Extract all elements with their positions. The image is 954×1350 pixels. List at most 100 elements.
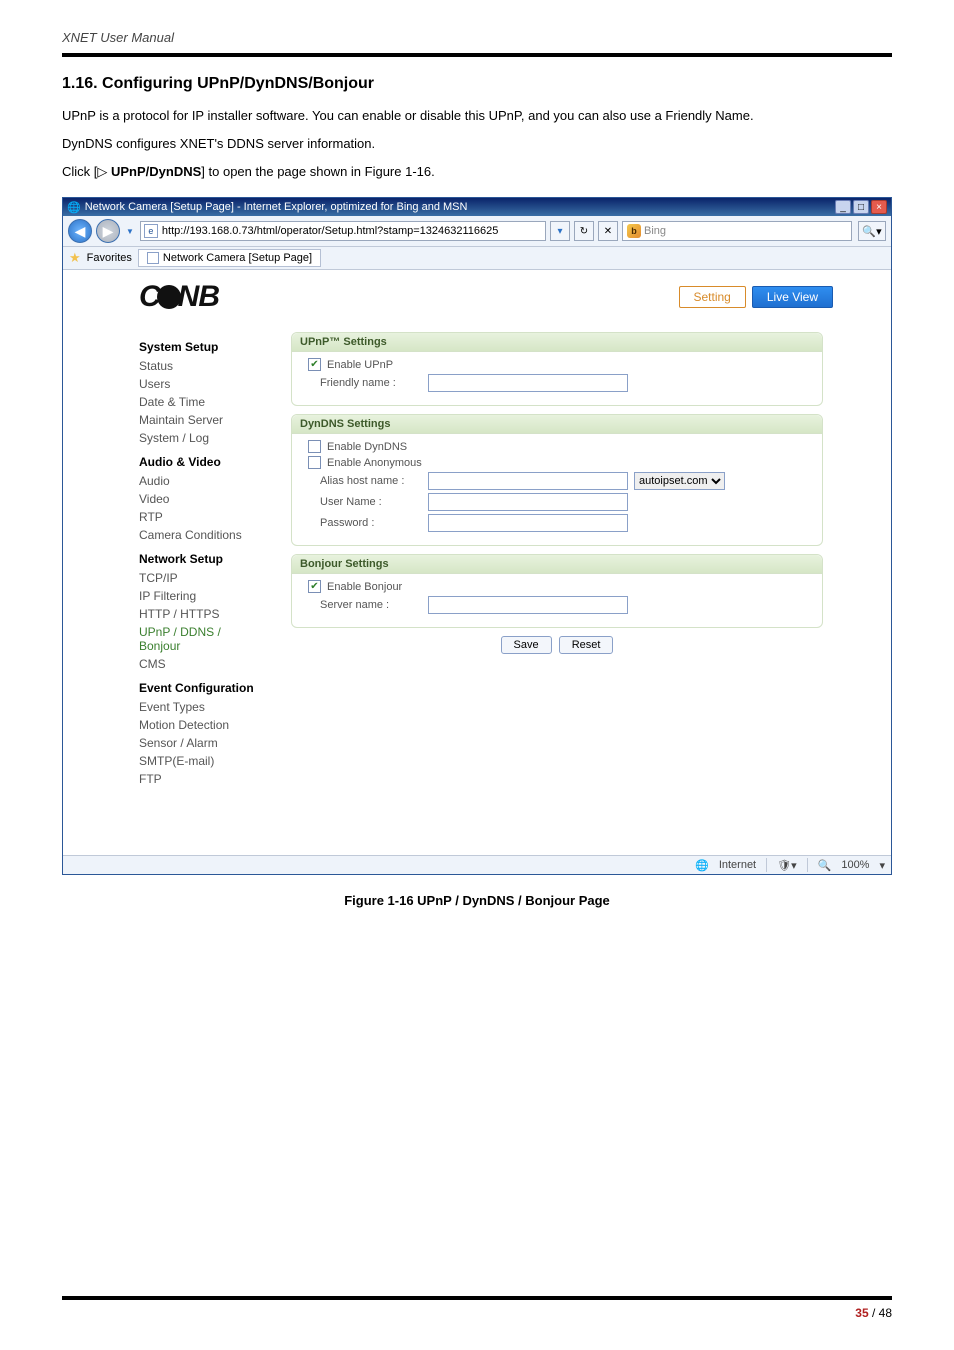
cnb-logo: CNB <box>139 280 219 314</box>
figure-caption: Figure 1-16 UPnP / DynDNS / Bonjour Page <box>62 893 892 908</box>
ie-favicon-icon: 🌐 <box>67 201 81 214</box>
sidebar-item-users[interactable]: Users <box>139 375 261 393</box>
section-heading: 1.16. Configuring UPnP/DynDNS/Bonjour <box>62 75 892 93</box>
sidebar-item-status[interactable]: Status <box>139 357 261 375</box>
browser-tab[interactable]: Network Camera [Setup Page] <box>138 249 321 267</box>
refresh-button[interactable]: ↻ <box>574 221 594 241</box>
friendly-name-input[interactable] <box>428 374 628 392</box>
username-label: User Name : <box>302 496 422 508</box>
sidebar-group-system: System Setup <box>139 340 261 354</box>
intro-para-2: DynDNS configures XNET's DDNS server inf… <box>62 131 892 157</box>
sidebar-group-av: Audio & Video <box>139 455 261 469</box>
enable-anonymous-checkbox[interactable] <box>308 456 321 469</box>
url-dropdown-button[interactable]: ▾ <box>550 221 570 241</box>
ie-favorites-bar: ★ Favorites Network Camera [Setup Page] <box>63 247 891 270</box>
upnp-title: UPnP™ Settings <box>292 333 822 352</box>
tab-label: Network Camera [Setup Page] <box>163 252 312 264</box>
sidebar-item-video[interactable]: Video <box>139 490 261 508</box>
page-content: CNB Setting Live View System Setup Statu… <box>63 270 891 855</box>
page-current: 35 <box>855 1306 868 1320</box>
bonjour-title: Bonjour Settings <box>292 555 822 574</box>
live-view-button[interactable]: Live View <box>752 286 833 308</box>
url-favicon-icon: e <box>144 224 158 238</box>
nav-forward-button[interactable]: ▶ <box>96 219 120 243</box>
bing-icon: b <box>627 224 641 238</box>
sidebar-item-eventtypes[interactable]: Event Types <box>139 698 261 716</box>
upnp-fieldset: UPnP™ Settings ✔ Enable UPnP Friendly na… <box>291 332 823 406</box>
ie-address-bar: ◀ ▶ ▼ e http://193.168.0.73/html/operato… <box>63 216 891 247</box>
enable-bonjour-checkbox[interactable]: ✔ <box>308 580 321 593</box>
url-field[interactable]: e http://193.168.0.73/html/operator/Setu… <box>140 221 546 241</box>
sidebar-item-smtp[interactable]: SMTP(E-mail) <box>139 752 261 770</box>
page-footer: 35 / 48 <box>62 1296 892 1320</box>
alias-host-label: Alias host name : <box>302 475 422 487</box>
url-text: http://193.168.0.73/html/operator/Setup.… <box>162 225 498 237</box>
enable-bonjour-label: Enable Bonjour <box>327 581 402 593</box>
nav-history-dropdown[interactable]: ▼ <box>126 227 134 236</box>
enable-dyndns-checkbox[interactable] <box>308 440 321 453</box>
favorites-star-icon[interactable]: ★ <box>69 250 81 266</box>
zone-label: Internet <box>719 859 756 871</box>
zoom-value: 100% <box>841 859 869 871</box>
search-button[interactable]: 🔍▾ <box>858 221 886 241</box>
dyndns-fieldset: DynDNS Settings Enable DynDNS Enable Ano… <box>291 414 823 546</box>
alias-domain-select[interactable]: autoipset.com <box>634 472 725 490</box>
page-sep: / <box>869 1306 879 1320</box>
sidebar-item-tcpip[interactable]: TCP/IP <box>139 569 261 587</box>
save-button[interactable]: Save <box>501 636 552 654</box>
enable-dyndns-label: Enable DynDNS <box>327 441 407 453</box>
search-box[interactable]: b Bing <box>622 221 852 241</box>
sidebar-item-rtp[interactable]: RTP <box>139 508 261 526</box>
protected-mode-icon: 🛡▾ <box>777 859 797 872</box>
window-maximize-button[interactable]: □ <box>853 200 869 214</box>
stop-button[interactable]: ✕ <box>598 221 618 241</box>
window-minimize-button[interactable]: _ <box>835 200 851 214</box>
sidebar: System Setup Status Users Date & Time Ma… <box>81 332 261 788</box>
sidebar-item-camera[interactable]: Camera Conditions <box>139 526 261 544</box>
enable-anonymous-label: Enable Anonymous <box>327 457 422 469</box>
sidebar-item-maintain[interactable]: Maintain Server <box>139 411 261 429</box>
setting-button[interactable]: Setting <box>679 286 746 308</box>
sidebar-item-systemlog[interactable]: System / Log <box>139 429 261 447</box>
reset-button[interactable]: Reset <box>559 636 614 654</box>
main-panel: UPnP™ Settings ✔ Enable UPnP Friendly na… <box>291 332 873 788</box>
sidebar-item-ftp[interactable]: FTP <box>139 770 261 788</box>
sidebar-item-audio[interactable]: Audio <box>139 472 261 490</box>
sidebar-group-network: Network Setup <box>139 552 261 566</box>
sidebar-item-cms[interactable]: CMS <box>139 655 261 673</box>
ie-titlebar: 🌐 Network Camera [Setup Page] - Internet… <box>63 198 891 216</box>
password-input[interactable] <box>428 514 628 532</box>
sidebar-group-event: Event Configuration <box>139 681 261 695</box>
username-input[interactable] <box>428 493 628 511</box>
sidebar-item-http[interactable]: HTTP / HTTPS <box>139 605 261 623</box>
intro-para-3: Click [▷ UPnP/DynDNS] to open the page s… <box>62 159 892 185</box>
friendly-name-label: Friendly name : <box>302 377 422 389</box>
password-label: Password : <box>302 517 422 529</box>
tab-favicon-icon <box>147 252 159 264</box>
sidebar-item-upnp[interactable]: UPnP / DDNS / Bonjour <box>139 623 261 655</box>
zone-icon: 🌐 <box>695 859 709 872</box>
bonjour-fieldset: Bonjour Settings ✔ Enable Bonjour Server… <box>291 554 823 628</box>
enable-upnp-checkbox[interactable]: ✔ <box>308 358 321 371</box>
ie-status-bar: 🌐 Internet 🛡▾ 🔍 100% ▾ <box>63 855 891 874</box>
window-close-button[interactable]: × <box>871 200 887 214</box>
sidebar-item-sensor[interactable]: Sensor / Alarm <box>139 734 261 752</box>
page-total: 48 <box>879 1306 892 1320</box>
sidebar-item-datetime[interactable]: Date & Time <box>139 393 261 411</box>
intro-para-1: UPnP is a protocol for IP installer soft… <box>62 103 892 129</box>
nav-back-button[interactable]: ◀ <box>68 219 92 243</box>
server-name-input[interactable] <box>428 596 628 614</box>
doc-header: XNET User Manual <box>62 30 892 45</box>
alias-host-input[interactable] <box>428 472 628 490</box>
server-name-label: Server name : <box>302 599 422 611</box>
sidebar-item-ipfilter[interactable]: IP Filtering <box>139 587 261 605</box>
favorites-label: Favorites <box>87 252 132 264</box>
header-rule <box>62 53 892 57</box>
sidebar-item-motion[interactable]: Motion Detection <box>139 716 261 734</box>
zoom-dropdown[interactable]: ▾ <box>879 859 885 872</box>
search-placeholder: Bing <box>644 225 666 237</box>
ie-window: 🌐 Network Camera [Setup Page] - Internet… <box>62 197 892 875</box>
zoom-icon[interactable]: 🔍 <box>818 859 832 872</box>
enable-upnp-label: Enable UPnP <box>327 359 393 371</box>
dyndns-title: DynDNS Settings <box>292 415 822 434</box>
